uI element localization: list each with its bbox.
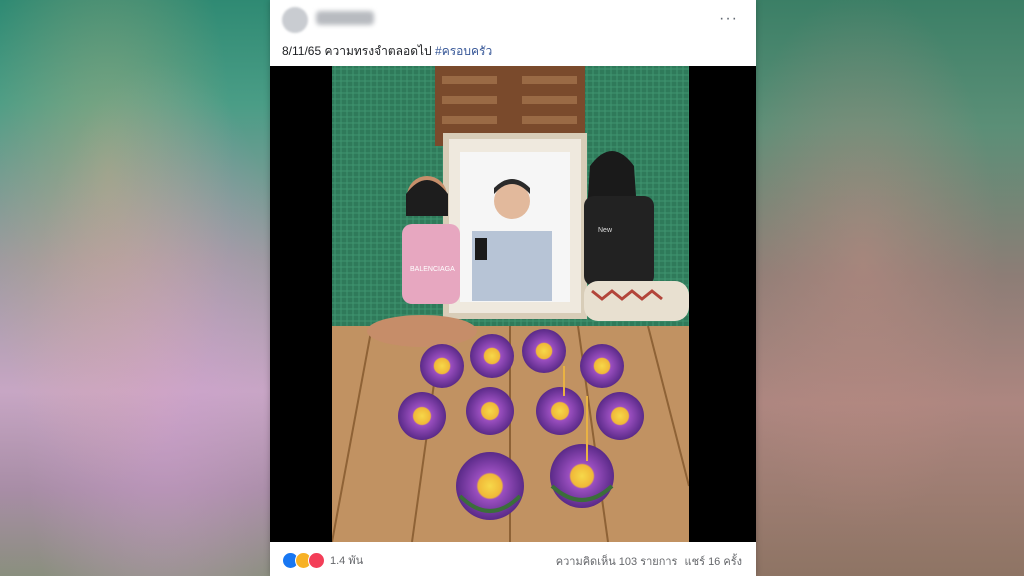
blurred-background-right [756,0,1024,576]
post-photo-container: BALENCIAGA New [270,66,756,542]
avatar[interactable] [282,7,308,33]
hashtag-link[interactable]: #ครอบครัว [435,44,492,58]
author-name-blurred[interactable] [316,11,374,25]
blurred-background-left [0,0,270,576]
engagement-stats: ความคิดเห็น 103 รายการ แชร์ 16 ครั้ง [552,552,742,570]
post-photo[interactable]: BALENCIAGA New [332,66,689,542]
more-options-icon[interactable]: ··· [719,10,738,28]
caption-text: 8/11/65 ความทรงจำตลอดไป [282,44,432,58]
reactions-count: 1.4 พัน [330,555,364,567]
reactions-summary[interactable]: 1.4 พัน [282,551,363,569]
photo-illustration: BALENCIAGA New [332,66,689,542]
shares-count-link[interactable]: แชร์ 16 ครั้ง [685,556,742,568]
comments-count-link[interactable]: ความคิดเห็น 103 รายการ [556,556,678,568]
post-footer: 1.4 พัน ความคิดเห็น 103 รายการ แชร์ 16 ค… [270,542,756,576]
shirt-print-left: BALENCIAGA [410,266,455,273]
love-icon [308,551,325,569]
post-header: ··· [270,0,756,38]
post-caption: 8/11/65 ความทรงจำตลอดไป #ครอบครัว [282,42,492,61]
shirt-print-right: New [598,227,613,234]
facebook-post-card: ··· 8/11/65 ความทรงจำตลอดไป #ครอบครัว BA… [270,0,756,576]
